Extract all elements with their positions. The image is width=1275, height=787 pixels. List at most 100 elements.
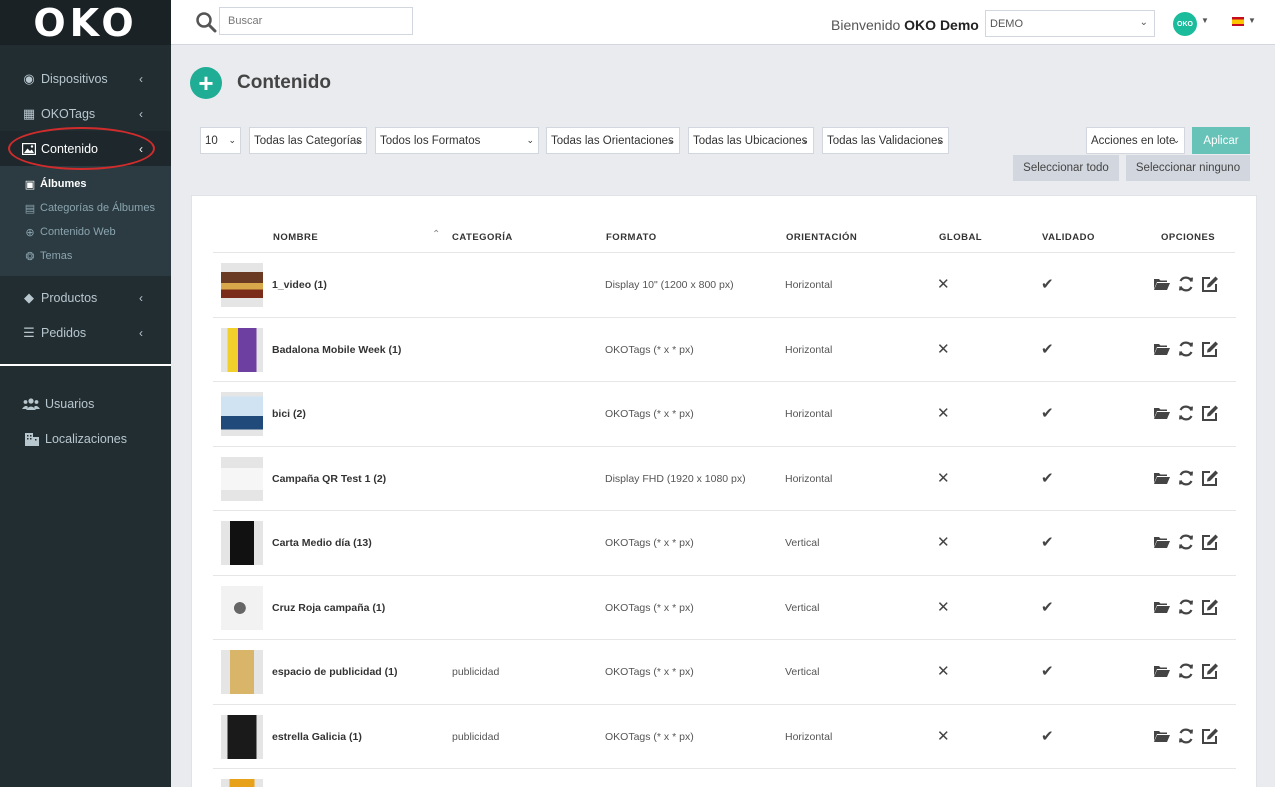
column-header-validated[interactable]: VALIDADO (1042, 232, 1095, 243)
location-filter-select[interactable]: Todas las Ubicaciones ⌄ (688, 127, 814, 154)
sidebar-subitem-contenido-web[interactable]: ⊕ Contenido Web (0, 220, 171, 244)
album-format: OKOTags (* x * px) (605, 601, 694, 614)
search-input[interactable] (219, 7, 413, 35)
album-thumbnail[interactable] (221, 456, 263, 501)
sidebar-item-productos[interactable]: ◆ Productos ‹ (0, 280, 171, 315)
caret-down-icon[interactable]: ▼ (1201, 16, 1209, 25)
bulk-actions-select[interactable]: Acciones en lote ⌄ (1086, 127, 1185, 154)
add-content-button[interactable]: + (190, 67, 222, 99)
sidebar-item-label: OKOTags (41, 106, 96, 121)
folder-open-icon[interactable] (1153, 727, 1171, 745)
album-thumbnail[interactable] (221, 714, 263, 759)
album-thumbnail[interactable] (221, 327, 263, 372)
sync-icon[interactable] (1177, 533, 1195, 551)
validation-filter-select[interactable]: Todas las Validaciones ⌄ (822, 127, 949, 154)
apply-button[interactable]: Aplicar (1192, 127, 1250, 154)
edit-icon[interactable] (1201, 727, 1219, 745)
column-header-name[interactable]: NOMBRE (273, 232, 318, 243)
album-thumbnail[interactable] (221, 263, 263, 307)
welcome-text: Bienvenido OKO Demo (831, 17, 979, 33)
table-row[interactable]: estrella Galicia (1) publicidad OKOTags … (213, 705, 1236, 769)
table-row[interactable]: Badalona Mobile Week (1) OKOTags (* x * … (213, 318, 1236, 382)
folder-open-icon[interactable] (1153, 662, 1171, 680)
album-name[interactable]: Carta Medio día (13) (272, 537, 372, 549)
company-select[interactable]: DEMO ⌄ (985, 10, 1155, 37)
app-logo[interactable]: OKO (0, 0, 171, 45)
category-filter-select[interactable]: Todas las Categorías ⌄ (249, 127, 367, 154)
sort-ascending-icon[interactable]: ⌃ (432, 229, 440, 240)
sidebar-item-dispositivos[interactable]: ◉ Dispositivos ‹ (0, 61, 171, 96)
edit-icon[interactable] (1201, 340, 1219, 358)
table-row[interactable]: bici (2) OKOTags (* x * px) Horizontal ✕… (213, 382, 1236, 447)
table-row[interactable]: espacio de publicidad (1) publicidad OKO… (213, 640, 1236, 705)
select-none-button[interactable]: Seleccionar ninguno (1126, 155, 1250, 181)
search-icon[interactable] (195, 11, 217, 33)
sidebar-item-contenido[interactable]: Contenido ‹ (0, 131, 171, 166)
album-format: OKOTags (* x * px) (605, 408, 694, 420)
edit-icon[interactable] (1201, 404, 1219, 422)
album-name[interactable]: Campaña QR Test 1 (2) (272, 473, 386, 485)
sync-icon[interactable] (1177, 340, 1195, 358)
sidebar-item-usuarios[interactable]: Usuarios (0, 386, 171, 421)
spain-flag-icon[interactable] (1232, 17, 1244, 26)
sidebar-item-localizaciones[interactable]: Localizaciones (0, 421, 171, 456)
sync-icon[interactable] (1177, 275, 1195, 293)
album-name[interactable]: bici (2) (272, 408, 306, 420)
table-row[interactable]: Campaña QR Test 1 (2) Display FHD (1920 … (213, 447, 1236, 511)
album-thumbnail[interactable] (221, 585, 263, 630)
sidebar-subitem-albumes[interactable]: ▣ Álbumes (0, 172, 171, 196)
album-name[interactable]: estrella Galicia (1) (272, 731, 362, 743)
folder-open-icon[interactable] (1153, 598, 1171, 616)
folder-open-icon[interactable] (1153, 340, 1171, 358)
table-row[interactable]: Cruz Roja campaña (1) OKOTags (* x * px)… (213, 576, 1236, 640)
folder-open-icon[interactable] (1153, 275, 1171, 293)
edit-icon[interactable] (1201, 598, 1219, 616)
edit-icon[interactable] (1201, 662, 1219, 680)
sidebar-item-okotags[interactable]: ▦ OKOTags ‹ (0, 96, 171, 131)
sync-icon[interactable] (1177, 727, 1195, 745)
select-all-button[interactable]: Seleccionar todo (1013, 155, 1119, 181)
page-size-select[interactable]: 10 ⌄ (200, 127, 241, 154)
column-header-orientation[interactable]: ORIENTACIÓN (786, 232, 857, 243)
edit-icon[interactable] (1201, 533, 1219, 551)
sync-icon[interactable] (1177, 469, 1195, 487)
table-row[interactable]: 1_video (1) Display 10" (1200 x 800 px) … (213, 253, 1236, 318)
caret-down-icon[interactable]: ▼ (1248, 16, 1256, 25)
edit-icon[interactable] (1201, 469, 1219, 487)
sidebar-subitem-categorias[interactable]: ▤ Categorías de Álbumes (0, 196, 171, 220)
album-name[interactable]: Cruz Roja campaña (1) (272, 602, 385, 614)
album-name[interactable]: Badalona Mobile Week (1) (272, 344, 401, 356)
sync-icon[interactable] (1177, 404, 1195, 422)
sync-icon[interactable] (1177, 598, 1195, 616)
album-thumbnail[interactable] (221, 392, 263, 436)
sidebar-subitem-temas[interactable]: ❂ Temas (0, 244, 171, 268)
album-name[interactable]: 1_video (1) (272, 279, 327, 291)
album-thumbnail[interactable] (221, 521, 263, 565)
album-thumbnail[interactable] (221, 650, 263, 694)
album-orientation: Vertical (785, 666, 820, 678)
folder-open-icon[interactable] (1153, 533, 1171, 551)
column-header-global[interactable]: GLOBAL (939, 232, 982, 243)
album-category: publicidad (452, 666, 500, 678)
edit-icon[interactable] (1201, 275, 1219, 293)
format-filter-select[interactable]: Todos los Formatos ⌄ (375, 127, 539, 154)
column-header-options: OPCIONES (1161, 232, 1216, 243)
column-header-format[interactable]: FORMATO (606, 232, 657, 243)
folder-open-icon[interactable] (1153, 469, 1171, 487)
table-row[interactable]: Carta Medio día (13) OKOTags (* x * px) … (213, 511, 1236, 576)
sidebar-item-pedidos[interactable]: ☰ Pedidos ‹ (0, 315, 171, 350)
column-header-category[interactable]: CATEGORÍA (452, 232, 513, 243)
album-name[interactable]: espacio de publicidad (1) (272, 666, 397, 678)
bulk-actions-value: Acciones en lote (1091, 134, 1176, 147)
album-thumbnail-partial[interactable] (221, 779, 263, 787)
orientation-filter-select[interactable]: Todas las Orientaciones ⌄ (546, 127, 680, 154)
sidebar-subitem-label: Álbumes (40, 178, 87, 190)
row-options (1153, 598, 1219, 616)
avatar[interactable]: OKO (1173, 12, 1197, 36)
chevron-left-icon: ‹ (139, 325, 143, 340)
users-icon (22, 397, 40, 411)
sync-icon[interactable] (1177, 662, 1195, 680)
company-select-value: DEMO (990, 17, 1023, 30)
folder-open-icon[interactable] (1153, 404, 1171, 422)
validated-check-icon: ✔ (1041, 405, 1054, 422)
